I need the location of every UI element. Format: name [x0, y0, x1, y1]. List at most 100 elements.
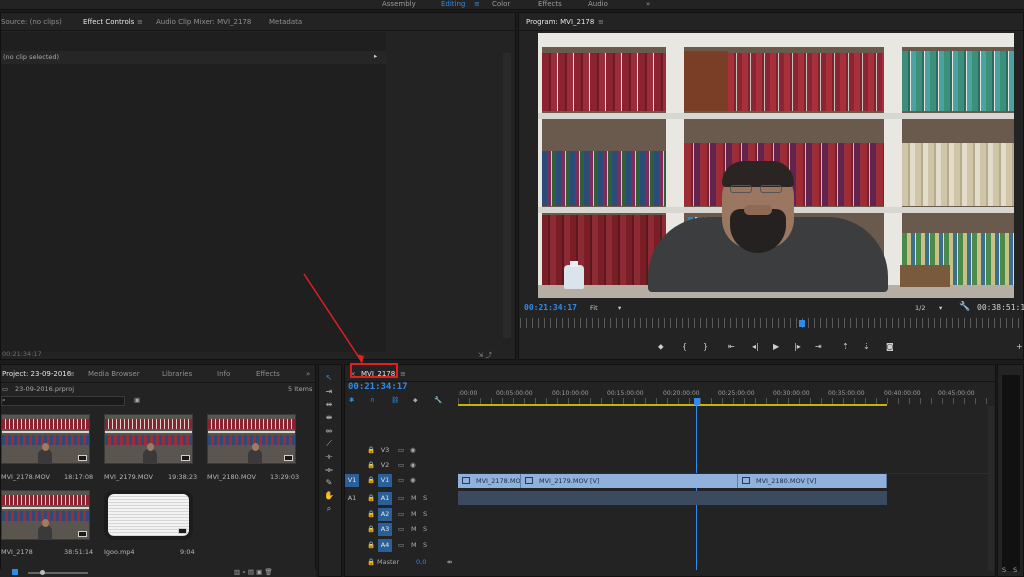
clip-audio-2[interactable] [521, 491, 738, 505]
tab-media-browser[interactable]: Media Browser [88, 365, 140, 383]
go-to-in-icon[interactable]: ⇤ [728, 342, 735, 351]
timeline-timecode[interactable]: 00:21:34:17 [348, 382, 408, 392]
solo-button[interactable]: S [423, 494, 427, 502]
source-patch-a1[interactable]: A1 [345, 492, 359, 505]
solo-button[interactable]: S [423, 525, 427, 533]
wrench-icon[interactable]: 🔧 [959, 302, 970, 312]
lock-icon[interactable]: 🔒 [367, 494, 375, 502]
solo-meter-button[interactable]: S [1002, 566, 1006, 574]
track-name-a1[interactable]: A1 [378, 492, 392, 505]
snap-icon[interactable]: ∩ [370, 396, 375, 404]
new-bin-icon[interactable]: ▣ [134, 396, 140, 404]
toggle-sync-icon[interactable]: ▭ [398, 476, 404, 484]
zoom-slider[interactable] [28, 572, 88, 574]
thumb-item-1[interactable] [1, 414, 90, 464]
resolution-chevron-icon[interactable]: ▾ [939, 304, 942, 312]
clip-video-2[interactable]: MVI_2179.MOV [V] [521, 474, 738, 488]
mute-button[interactable]: M [411, 494, 417, 502]
tab-metadata[interactable]: Metadata [269, 13, 302, 31]
step-back-icon[interactable]: ◂| [752, 342, 759, 351]
slip-tool-icon[interactable]: ⟛ [323, 451, 335, 463]
tab-project[interactable]: Project: 23-09-2016 [2, 365, 71, 383]
lock-icon[interactable]: 🔒 [367, 510, 375, 518]
tab-effects[interactable]: Effects [256, 365, 280, 383]
workspace-editing[interactable]: Editing [441, 0, 465, 9]
eye-icon[interactable]: ◉ [410, 476, 416, 484]
program-playhead[interactable] [799, 320, 805, 327]
track-name-v1[interactable]: V1 [378, 474, 392, 487]
insert-sequence-icon[interactable]: ✱ [349, 396, 354, 404]
master-end-icon[interactable]: ⇹ [447, 558, 452, 566]
lock-icon[interactable]: 🔒 [367, 446, 375, 454]
toggle-sync-icon[interactable]: ▭ [398, 461, 404, 469]
tab-source[interactable]: Source: (no clips) [1, 13, 62, 31]
clip-video-3[interactable]: MVI_2180.MOV [V] [738, 474, 887, 488]
more-workspaces-icon[interactable]: » [646, 0, 650, 9]
toggle-sync-icon[interactable]: ▭ [398, 510, 404, 518]
mark-out-icon[interactable]: } [703, 342, 708, 351]
zoom-slider-handle[interactable] [40, 570, 45, 575]
slide-tool-icon[interactable]: ⟚ [323, 464, 335, 476]
tab-audio-clip-mixer[interactable]: Audio Clip Mixer: MVI_2178 [156, 13, 251, 31]
track-name-a2[interactable]: A2 [378, 508, 392, 521]
track-name-a3[interactable]: A3 [378, 523, 392, 536]
track-name-a4[interactable]: A4 [378, 539, 392, 552]
lift-icon[interactable]: ⇡ [842, 342, 849, 351]
go-to-out-icon[interactable]: ⇥ [815, 342, 822, 351]
lock-icon[interactable]: 🔒 [367, 461, 375, 469]
tab-libraries[interactable]: Libraries [162, 365, 192, 383]
timeline-scrollbar[interactable] [988, 406, 994, 571]
program-current-timecode[interactable]: 00:21:34:17 [524, 303, 577, 312]
tab-info[interactable]: Info [217, 365, 230, 383]
mute-button[interactable]: M [411, 525, 417, 533]
lock-icon[interactable]: 🔒 [367, 476, 375, 484]
razor-tool-icon[interactable]: ⟋ [323, 438, 335, 450]
new-item-icon[interactable]: ▥ ⌕ ▤ ▣ 🗑 [234, 568, 273, 577]
rolling-edit-tool-icon[interactable]: ⇼ [323, 412, 335, 424]
timeline-playhead-handle[interactable] [694, 398, 700, 405]
track-name-v2[interactable]: V2 [378, 459, 392, 472]
hand-tool-icon[interactable]: ✋ [323, 490, 335, 502]
add-marker-icon[interactable]: ⬥ [658, 342, 664, 352]
eye-icon[interactable]: ◉ [410, 446, 416, 454]
program-video-frame[interactable] [538, 33, 1014, 298]
lock-icon[interactable]: 🔒 [367, 541, 375, 549]
filter-icon[interactable]: ⇲ ⤴ [478, 349, 492, 359]
work-area-bar[interactable] [458, 404, 887, 406]
thumb-item-5[interactable] [104, 490, 193, 540]
sequence-menu-icon[interactable]: ≡ [400, 365, 406, 383]
add-button-icon[interactable]: + [1016, 342, 1023, 351]
ripple-edit-tool-icon[interactable]: ⇹ [323, 399, 335, 411]
clip-audio-1[interactable] [458, 491, 521, 505]
step-forward-icon[interactable]: |▸ [794, 342, 801, 351]
master-volume[interactable]: 0,0 [416, 558, 426, 566]
mark-in-icon[interactable]: { [682, 342, 687, 351]
toggle-sync-icon[interactable]: ▭ [398, 494, 404, 502]
pen-tool-icon[interactable]: ✎ [323, 477, 335, 489]
toggle-sync-icon[interactable]: ▭ [398, 446, 404, 454]
source-patch-v1[interactable]: V1 [345, 474, 359, 487]
workspace-assembly[interactable]: Assembly [382, 0, 416, 9]
thumb-item-4[interactable] [1, 490, 90, 540]
eye-icon[interactable]: ◉ [410, 461, 416, 469]
panel-menu-icon[interactable]: ≡ [137, 13, 143, 31]
thumb-item-3[interactable] [207, 414, 296, 464]
effect-controls-scrollbar[interactable] [503, 53, 511, 338]
toggle-sync-icon[interactable]: ▭ [398, 525, 404, 533]
solo-button[interactable]: S [423, 510, 427, 518]
fit-dropdown-chevron-icon[interactable]: ▾ [618, 304, 621, 312]
add-marker-timeline-icon[interactable]: ⬥ [413, 396, 418, 405]
mute-button[interactable]: M [411, 541, 417, 549]
toggle-sync-icon[interactable]: ▭ [398, 541, 404, 549]
track-select-tool-icon[interactable]: ⇥ [323, 386, 335, 398]
fit-dropdown[interactable]: Fit [590, 304, 598, 312]
workspace-menu-icon[interactable]: ≡ [474, 0, 480, 9]
workspace-audio[interactable]: Audio [588, 0, 608, 9]
linked-selection-icon[interactable]: ⛓ [391, 396, 399, 404]
zoom-tool-icon[interactable]: ⌕ [323, 503, 335, 515]
program-menu-icon[interactable]: ≡ [598, 13, 604, 31]
export-frame-icon[interactable]: ◙ [886, 342, 894, 351]
lock-icon[interactable]: 🔒 [367, 525, 375, 533]
tab-effect-controls[interactable]: Effect Controls [83, 13, 134, 31]
extract-icon[interactable]: ⇣ [863, 342, 870, 351]
